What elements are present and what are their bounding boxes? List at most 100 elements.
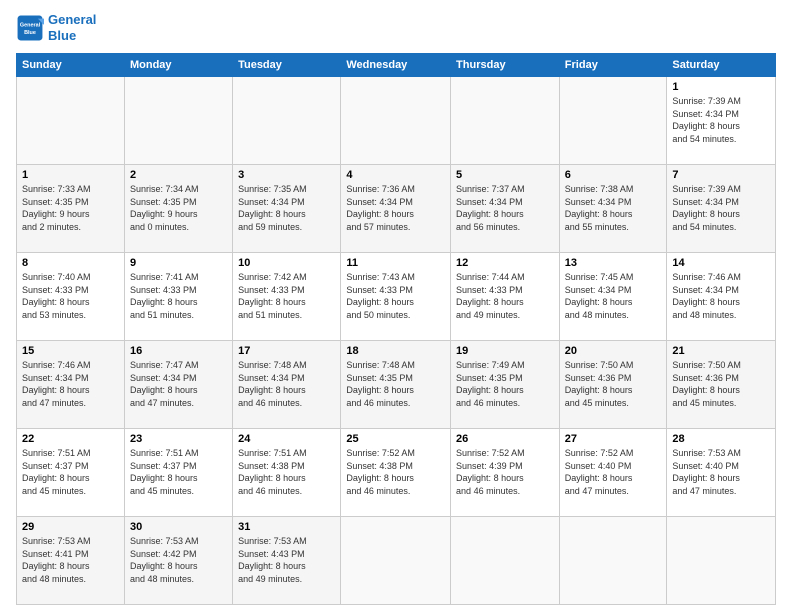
calendar-cell: 31 Sunrise: 7:53 AMSunset: 4:43 PMDayligh… [233, 517, 341, 605]
day-header-tuesday: Tuesday [233, 54, 341, 77]
day-number: 9 [130, 257, 227, 269]
calendar-cell [341, 77, 451, 165]
day-header-friday: Friday [559, 54, 667, 77]
calendar-cell [451, 517, 560, 605]
calendar-cell [124, 77, 232, 165]
day-info: Sunrise: 7:52 AMSunset: 4:39 PMDaylight:… [456, 447, 554, 497]
calendar-cell: 18Sunrise: 7:48 AMSunset: 4:35 PMDayligh… [341, 341, 451, 429]
day-number: 20 [565, 345, 662, 357]
calendar-cell: 25 Sunrise: 7:52 AMSunset: 4:38 PMDayligh… [341, 429, 451, 517]
svg-text:Blue: Blue [24, 30, 36, 36]
calendar-cell [17, 77, 125, 165]
calendar-cell: 6Sunrise: 7:38 AMSunset: 4:34 PMDaylight… [559, 165, 667, 253]
calendar-cell: 17Sunrise: 7:48 AMSunset: 4:34 PMDayligh… [233, 341, 341, 429]
calendar-cell: 5 Sunrise: 7:37 AMSunset: 4:34 PMDaylight… [451, 165, 560, 253]
day-header-monday: Monday [124, 54, 232, 77]
day-number: 15 [22, 345, 119, 357]
day-info: Sunrise: 7:34 AMSunset: 4:35 PMDaylight:… [130, 183, 227, 233]
calendar-cell: 30 Sunrise: 7:53 AMSunset: 4:42 PMDayligh… [124, 517, 232, 605]
calendar-cell: 16 Sunrise: 7:47 AMSunset: 4:34 PMDayligh… [124, 341, 232, 429]
calendar-cell: 23 Sunrise: 7:51 AMSunset: 4:37 PMDayligh… [124, 429, 232, 517]
day-number: 17 [238, 345, 335, 357]
day-info: Sunrise: 7:51 AMSunset: 4:37 PMDaylight:… [22, 447, 119, 497]
day-info: Sunrise: 7:44 AMSunset: 4:33 PMDaylight:… [456, 271, 554, 321]
day-info: Sunrise: 7:52 AMSunset: 4:38 PMDaylight:… [346, 447, 445, 497]
calendar-week-6: 29Sunrise: 7:53 AMSunset: 4:41 PMDayligh… [17, 517, 776, 605]
day-info: Sunrise: 7:51 AMSunset: 4:38 PMDaylight:… [238, 447, 335, 497]
calendar-week-4: 15Sunrise: 7:46 AMSunset: 4:34 PMDayligh… [17, 341, 776, 429]
day-info: Sunrise: 7:41 AMSunset: 4:33 PMDaylight:… [130, 271, 227, 321]
day-info: Sunrise: 7:38 AMSunset: 4:34 PMDaylight:… [565, 183, 662, 233]
day-number: 30 [130, 521, 227, 533]
page-header: General Blue General Blue [16, 12, 776, 43]
day-number: 14 [672, 257, 770, 269]
calendar-cell: 29Sunrise: 7:53 AMSunset: 4:41 PMDayligh… [17, 517, 125, 605]
calendar-cell: 3Sunrise: 7:35 AMSunset: 4:34 PMDaylight… [233, 165, 341, 253]
calendar-cell: 4 Sunrise: 7:36 AMSunset: 4:34 PMDaylight… [341, 165, 451, 253]
calendar-cell: 1 Sunrise: 7:33 AMSunset: 4:35 PMDaylight… [17, 165, 125, 253]
day-header-saturday: Saturday [667, 54, 776, 77]
calendar-cell [341, 517, 451, 605]
day-number: 26 [456, 433, 554, 445]
day-info: Sunrise: 7:37 AMSunset: 4:34 PMDaylight:… [456, 183, 554, 233]
logo-text: General Blue [48, 12, 96, 43]
day-info: Sunrise: 7:40 AMSunset: 4:33 PMDaylight:… [22, 271, 119, 321]
day-number: 10 [238, 257, 335, 269]
calendar-cell: 2 Sunrise: 7:34 AMSunset: 4:35 PMDaylight… [124, 165, 232, 253]
calendar-cell: 7Sunrise: 7:39 AMSunset: 4:34 PMDaylight… [667, 165, 776, 253]
calendar-cell: 22Sunrise: 7:51 AMSunset: 4:37 PMDayligh… [17, 429, 125, 517]
day-number: 25 [346, 433, 445, 445]
day-header-thursday: Thursday [451, 54, 560, 77]
calendar-cell: 13Sunrise: 7:45 AMSunset: 4:34 PMDayligh… [559, 253, 667, 341]
day-number: 5 [456, 169, 554, 181]
calendar-week-1: 1 Sunrise: 7:39 AMSunset: 4:34 PMDaylight… [17, 77, 776, 165]
calendar-week-3: 8 Sunrise: 7:40 AMSunset: 4:33 PMDaylight… [17, 253, 776, 341]
day-number: 23 [130, 433, 227, 445]
day-number: 29 [22, 521, 119, 533]
calendar-cell: 10Sunrise: 7:42 AMSunset: 4:33 PMDayligh… [233, 253, 341, 341]
calendar-cell [559, 517, 667, 605]
calendar-cell [451, 77, 560, 165]
day-number: 31 [238, 521, 335, 533]
day-number: 28 [672, 433, 770, 445]
day-number: 19 [456, 345, 554, 357]
calendar-cell: 24Sunrise: 7:51 AMSunset: 4:38 PMDayligh… [233, 429, 341, 517]
calendar-cell: 21 Sunrise: 7:50 AMSunset: 4:36 PMDayligh… [667, 341, 776, 429]
calendar-week-2: 1 Sunrise: 7:33 AMSunset: 4:35 PMDaylight… [17, 165, 776, 253]
day-info: Sunrise: 7:51 AMSunset: 4:37 PMDaylight:… [130, 447, 227, 497]
day-info: Sunrise: 7:50 AMSunset: 4:36 PMDaylight:… [672, 359, 770, 409]
calendar-cell: 28Sunrise: 7:53 AMSunset: 4:40 PMDayligh… [667, 429, 776, 517]
day-info: Sunrise: 7:53 AMSunset: 4:43 PMDaylight:… [238, 535, 335, 585]
day-number: 4 [346, 169, 445, 181]
calendar-table: SundayMondayTuesdayWednesdayThursdayFrid… [16, 53, 776, 605]
day-info: Sunrise: 7:33 AMSunset: 4:35 PMDaylight:… [22, 183, 119, 233]
calendar-cell [233, 77, 341, 165]
calendar-cell: 8 Sunrise: 7:40 AMSunset: 4:33 PMDaylight… [17, 253, 125, 341]
day-number: 16 [130, 345, 227, 357]
day-number: 1 [22, 169, 119, 181]
calendar-cell: 11Sunrise: 7:43 AMSunset: 4:33 PMDayligh… [341, 253, 451, 341]
svg-text:General: General [20, 22, 41, 28]
calendar-cell: 12 Sunrise: 7:44 AMSunset: 4:33 PMDayligh… [451, 253, 560, 341]
day-header-sunday: Sunday [17, 54, 125, 77]
day-info: Sunrise: 7:39 AMSunset: 4:34 PMDaylight:… [672, 95, 770, 145]
day-info: Sunrise: 7:36 AMSunset: 4:34 PMDaylight:… [346, 183, 445, 233]
logo-icon: General Blue [16, 14, 44, 42]
logo: General Blue General Blue [16, 12, 96, 43]
calendar-cell: 15Sunrise: 7:46 AMSunset: 4:34 PMDayligh… [17, 341, 125, 429]
day-number: 2 [130, 169, 227, 181]
calendar-cell: 1 Sunrise: 7:39 AMSunset: 4:34 PMDaylight… [667, 77, 776, 165]
day-info: Sunrise: 7:53 AMSunset: 4:42 PMDaylight:… [130, 535, 227, 585]
day-number: 27 [565, 433, 662, 445]
day-number: 7 [672, 169, 770, 181]
day-number: 21 [672, 345, 770, 357]
day-info: Sunrise: 7:52 AMSunset: 4:40 PMDaylight:… [565, 447, 662, 497]
calendar-cell [559, 77, 667, 165]
day-info: Sunrise: 7:47 AMSunset: 4:34 PMDaylight:… [130, 359, 227, 409]
day-number: 1 [672, 81, 770, 93]
day-info: Sunrise: 7:46 AMSunset: 4:34 PMDaylight:… [672, 271, 770, 321]
day-number: 8 [22, 257, 119, 269]
day-number: 12 [456, 257, 554, 269]
day-info: Sunrise: 7:35 AMSunset: 4:34 PMDaylight:… [238, 183, 335, 233]
calendar-cell: 26 Sunrise: 7:52 AMSunset: 4:39 PMDayligh… [451, 429, 560, 517]
